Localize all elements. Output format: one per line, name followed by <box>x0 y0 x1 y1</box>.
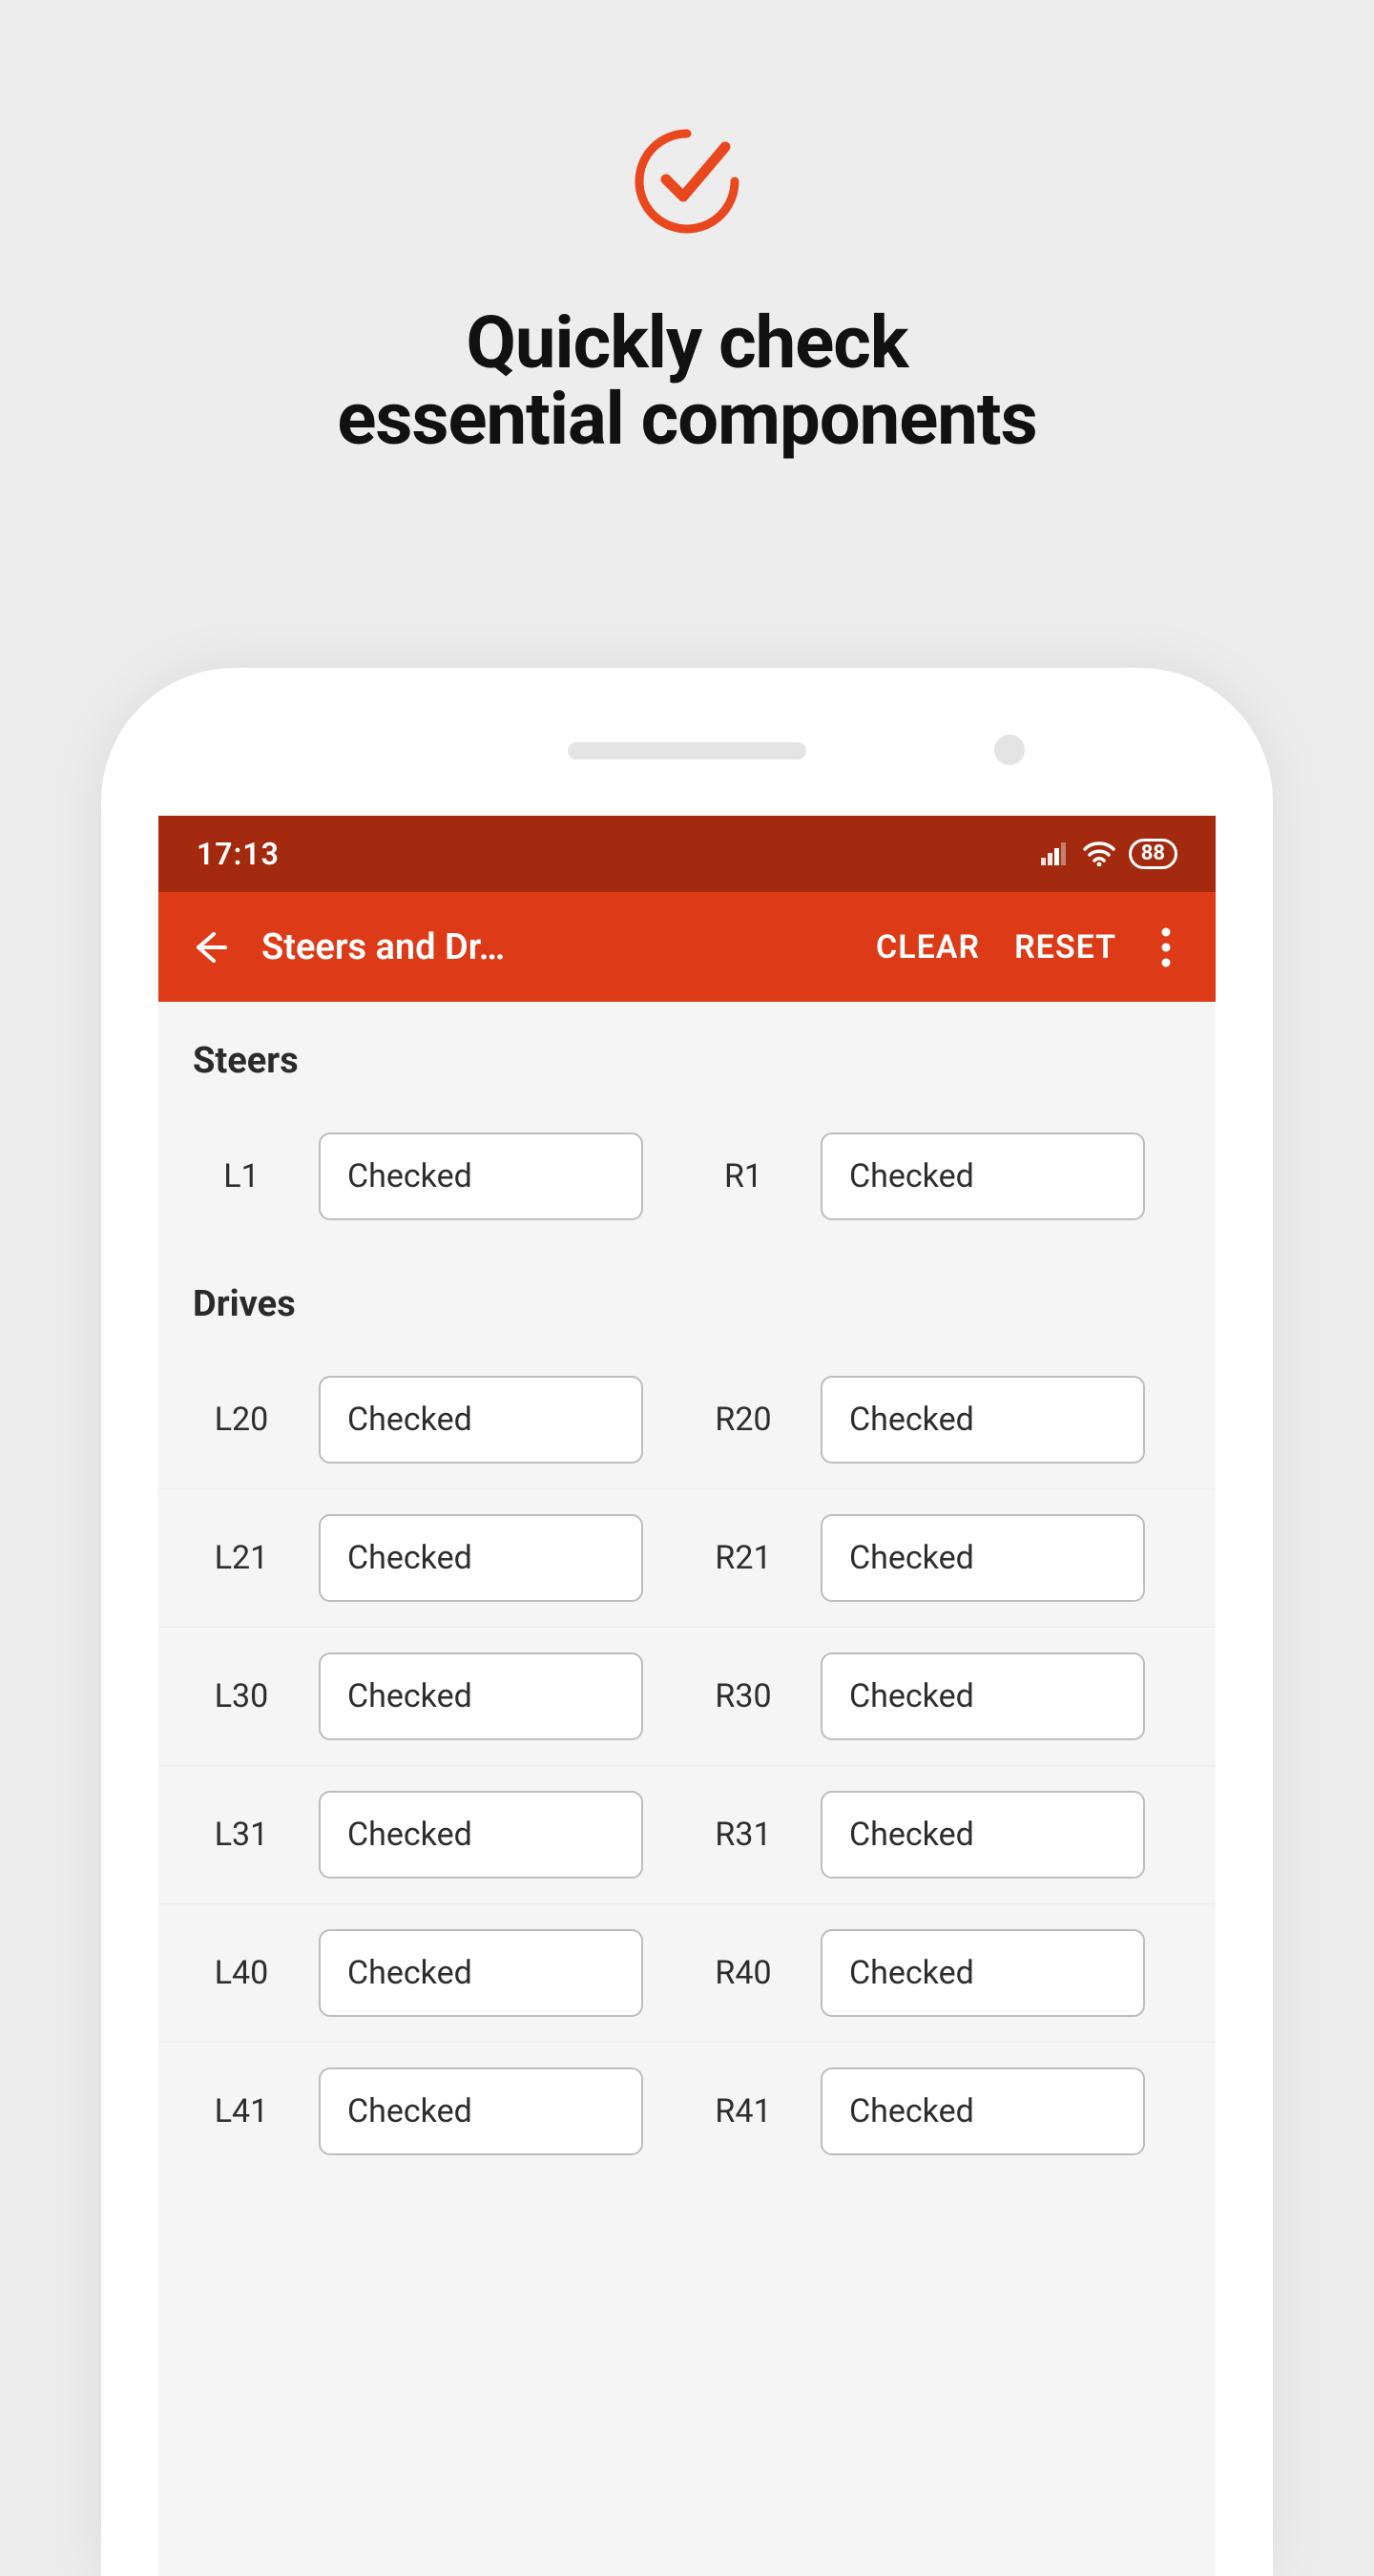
status-right: 88 <box>1041 839 1177 869</box>
phone-bezel-top <box>101 668 1273 816</box>
steers-row: L1 Checked R1 Checked <box>158 1107 1216 1245</box>
drives-row: L31 Checked R31 Checked <box>158 1765 1216 1903</box>
hero-title-line1: Quickly check <box>467 300 908 385</box>
overflow-menu-button[interactable] <box>1143 919 1189 976</box>
wheel-label: R31 <box>687 1816 800 1854</box>
status-select[interactable]: Checked <box>319 1652 643 1740</box>
wheel-label: L20 <box>185 1401 298 1439</box>
drives-row: L30 Checked R30 Checked <box>158 1627 1216 1765</box>
drives-left-cell: L31 Checked <box>185 1791 687 1879</box>
wheel-label: R40 <box>687 1954 800 1992</box>
hero-title: Quickly check essential components <box>337 305 1036 458</box>
wheel-label: L1 <box>185 1157 298 1195</box>
status-select[interactable]: Checked <box>821 1514 1145 1602</box>
steers-right-cell: R1 Checked <box>687 1132 1189 1220</box>
drives-right-cell: R30 Checked <box>687 1652 1189 1740</box>
wheel-label: R41 <box>687 2092 800 2130</box>
checkmark-circle-icon <box>630 124 744 239</box>
status-time: 17:13 <box>197 836 280 872</box>
wheel-label: R20 <box>687 1401 800 1439</box>
status-select[interactable]: Checked <box>821 1652 1145 1740</box>
status-select[interactable]: Checked <box>821 2067 1145 2155</box>
drives-left-cell: L20 Checked <box>185 1376 687 1464</box>
status-select[interactable]: Checked <box>821 1929 1145 2017</box>
drives-left-cell: L30 Checked <box>185 1652 687 1740</box>
status-select[interactable]: Checked <box>821 1376 1145 1464</box>
wheel-label: R1 <box>687 1157 800 1195</box>
drives-right-cell: R20 Checked <box>687 1376 1189 1464</box>
drives-row: L41 Checked R41 Checked <box>158 2042 1216 2180</box>
wheel-label: L40 <box>185 1954 298 1992</box>
drives-right-cell: R40 Checked <box>687 1929 1189 2017</box>
hero-title-line2: essential components <box>337 376 1036 462</box>
drives-row: L20 Checked R20 Checked <box>158 1350 1216 1488</box>
drives-left-cell: L41 Checked <box>185 2067 687 2155</box>
drives-right-cell: R41 Checked <box>687 2067 1189 2155</box>
arrow-left-icon <box>187 926 229 968</box>
wheel-label: R30 <box>687 1677 800 1715</box>
app-bar: Steers and Dr… CLEAR RESET <box>158 892 1216 1002</box>
status-bar: 17:13 <box>158 816 1216 892</box>
phone-camera <box>994 735 1025 765</box>
wheel-label: L21 <box>185 1539 298 1577</box>
phone-frame: 17:13 <box>101 668 1273 2576</box>
status-select[interactable]: Checked <box>319 1929 643 2017</box>
drives-right-cell: R31 Checked <box>687 1791 1189 1879</box>
phone-speaker <box>568 742 806 759</box>
back-button[interactable] <box>174 913 242 982</box>
wheel-label: L31 <box>185 1816 298 1854</box>
phone-screen: 17:13 <box>158 816 1216 2576</box>
app-title: Steers and Dr… <box>261 926 505 968</box>
status-select[interactable]: Checked <box>821 1791 1145 1879</box>
battery-indicator: 88 <box>1129 839 1177 869</box>
wheel-label: L41 <box>185 2092 298 2130</box>
status-select[interactable]: Checked <box>319 1791 643 1879</box>
drives-row: L21 Checked R21 Checked <box>158 1488 1216 1627</box>
clear-button[interactable]: CLEAR <box>859 917 997 978</box>
drives-row: L40 Checked R40 Checked <box>158 1903 1216 2042</box>
signal-icon <box>1041 842 1070 865</box>
status-select[interactable]: Checked <box>319 1376 643 1464</box>
more-vertical-icon <box>1161 927 1171 967</box>
section-title-steers: Steers <box>158 1002 1216 1107</box>
status-select[interactable]: Checked <box>821 1132 1145 1220</box>
reset-button[interactable]: RESET <box>997 917 1134 978</box>
drives-left-cell: L21 Checked <box>185 1514 687 1602</box>
wheel-label: R21 <box>687 1539 800 1577</box>
hero-section: Quickly check essential components <box>0 0 1374 458</box>
content-area: Steers L1 Checked R1 Checked Drives L20 … <box>158 1002 1216 2180</box>
steers-left-cell: L1 Checked <box>185 1132 687 1220</box>
wheel-label: L30 <box>185 1677 298 1715</box>
drives-right-cell: R21 Checked <box>687 1514 1189 1602</box>
status-select[interactable]: Checked <box>319 1132 643 1220</box>
status-select[interactable]: Checked <box>319 1514 643 1602</box>
wifi-icon <box>1083 841 1115 866</box>
drives-left-cell: L40 Checked <box>185 1929 687 2017</box>
section-title-drives: Drives <box>158 1245 1216 1350</box>
status-select[interactable]: Checked <box>319 2067 643 2155</box>
